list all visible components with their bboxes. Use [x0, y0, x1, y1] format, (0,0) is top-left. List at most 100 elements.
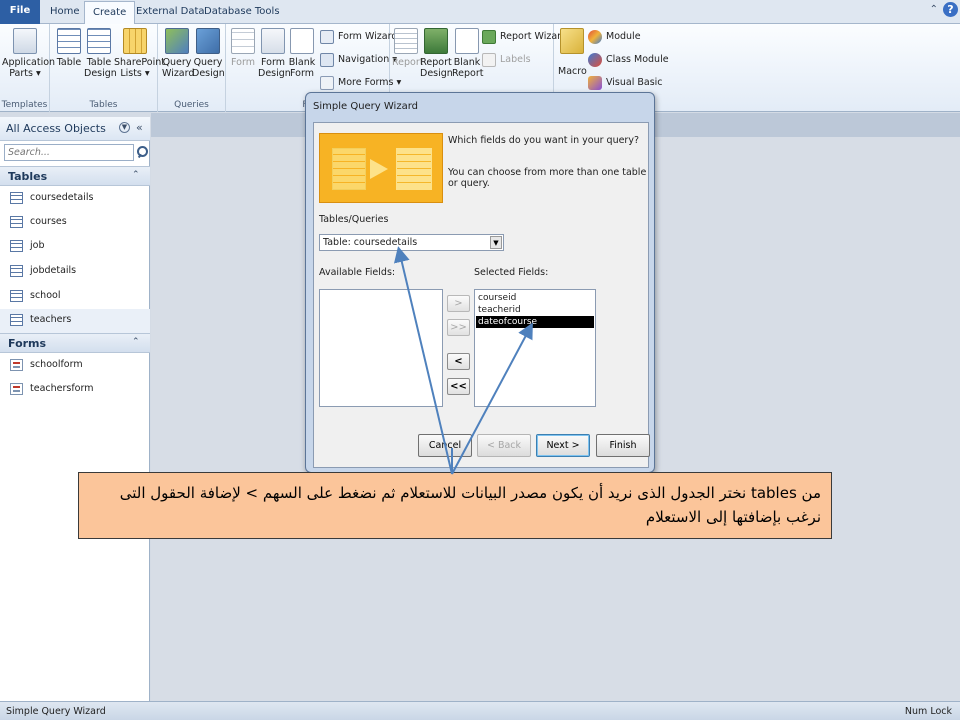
remove-field-button[interactable]: < [447, 353, 470, 370]
query-design-button[interactable]: Query Design [192, 28, 225, 79]
finish-button[interactable]: Finish [596, 434, 650, 457]
tab-database-tools[interactable]: Database Tools [196, 1, 288, 24]
form-icon [10, 359, 23, 371]
status-text: Simple Query Wizard [6, 706, 106, 717]
add-all-fields-button[interactable]: >> [447, 319, 470, 336]
nav-item-table[interactable]: courses [0, 211, 150, 235]
wizard-question: Which fields do you want in your query? [448, 135, 640, 146]
remove-all-fields-button[interactable]: << [447, 378, 470, 395]
list-item-selected[interactable]: dateofcourse [476, 316, 594, 328]
table-icon [10, 192, 23, 204]
tab-file[interactable]: File [0, 0, 40, 24]
num-lock-indicator: Num Lock [904, 706, 952, 717]
nav-item-form[interactable]: teachersform [0, 378, 150, 402]
wizard-graphic-icon [319, 133, 443, 203]
add-field-button[interactable]: > [447, 295, 470, 312]
visual-basic-button[interactable]: Visual Basic [588, 74, 663, 92]
group-tables: Table Table Design SharePoint Lists ▾ Ta… [50, 24, 165, 112]
table-button[interactable]: Table [56, 28, 82, 68]
simple-query-wizard-dialog: Simple Query Wizard Which fields do you … [305, 92, 655, 473]
status-bar: Simple Query Wizard Num Lock [0, 701, 960, 720]
macro-icon [560, 28, 584, 54]
report-wizard-icon [482, 30, 496, 44]
nav-menu-dropdown-icon[interactable]: ▼ [119, 122, 130, 133]
chevron-up-icon: ⌃ [132, 337, 140, 347]
nav-item-table[interactable]: job [0, 235, 150, 259]
query-design-icon [196, 28, 220, 54]
query-wizard-icon [165, 28, 189, 54]
tab-home[interactable]: Home [42, 1, 88, 24]
visual-basic-icon [588, 76, 602, 90]
search-icon[interactable] [136, 145, 148, 159]
app-parts-icon [13, 28, 37, 54]
tables-queries-select[interactable]: Table: coursedetails ▼ [319, 234, 504, 251]
query-wizard-button[interactable]: Query Wizard [162, 28, 194, 79]
navigation-pane: All Access Objects ▼ « Tables ⌃ coursede… [0, 117, 150, 701]
nav-section-forms[interactable]: Forms ⌃ [0, 333, 150, 353]
nav-search-input[interactable] [4, 144, 134, 161]
nav-item-table[interactable]: school [0, 285, 150, 309]
nav-item-table[interactable]: coursedetails [0, 187, 150, 211]
blank-form-button[interactable]: Blank Form [288, 28, 316, 79]
available-fields-list[interactable] [319, 289, 443, 407]
list-item[interactable]: courseid [476, 292, 594, 304]
nav-item-table[interactable]: jobdetails [0, 260, 150, 284]
table-icon [57, 28, 81, 54]
sharepoint-lists-button[interactable]: SharePoint Lists ▾ [114, 28, 165, 79]
group-label-templates: Templates [1, 100, 48, 110]
nav-item-table-selected[interactable]: teachers [0, 309, 150, 333]
form-design-icon [261, 28, 285, 54]
report-button[interactable]: Report [392, 28, 424, 68]
class-module-icon [588, 53, 602, 67]
nav-item-form[interactable]: schoolform [0, 354, 150, 378]
nav-pane-header[interactable]: All Access Objects ▼ « [0, 117, 150, 141]
form-button[interactable]: Form [230, 28, 256, 68]
navigation-button[interactable]: Navigation ▾ [320, 51, 397, 69]
form-design-button[interactable]: Form Design [258, 28, 291, 79]
group-label-queries: Queries [174, 100, 209, 110]
list-item[interactable]: teacherid [476, 304, 594, 316]
ribbon-tab-bar: File Home Create External Data Database … [0, 0, 960, 25]
back-button[interactable]: < Back [477, 434, 531, 457]
chevron-up-icon: ⌃ [132, 170, 140, 180]
minimize-ribbon-icon[interactable]: ⌃ [930, 4, 938, 15]
labels-button[interactable]: Labels [482, 51, 531, 69]
table-icon [10, 265, 23, 277]
table-icon [10, 290, 23, 302]
chevron-down-icon[interactable]: ▼ [490, 236, 502, 249]
form-wizard-icon [320, 30, 334, 44]
table-design-button[interactable]: Table Design [84, 28, 117, 79]
class-module-button[interactable]: Class Module [588, 51, 669, 69]
dialog-title: Simple Query Wizard [313, 101, 418, 112]
form-icon [231, 28, 255, 54]
form-icon [10, 383, 23, 395]
group-templates: Application Parts ▾ Templates [0, 24, 55, 112]
cancel-button[interactable]: Cancel [418, 434, 472, 457]
tables-queries-label: Tables/Queries [319, 214, 389, 225]
blank-report-button[interactable]: Blank Report [452, 28, 484, 79]
navigation-icon [320, 53, 334, 67]
table-icon [10, 216, 23, 228]
nav-section-tables[interactable]: Tables ⌃ [0, 166, 150, 186]
wizard-hint: You can choose from more than one table … [448, 167, 647, 189]
callout-text: من tables نختر الجدول الذى نريد أن يكون … [119, 484, 821, 526]
nav-pane-title: All Access Objects [6, 122, 106, 135]
group-label-tables: Tables [89, 100, 118, 110]
form-wizard-button[interactable]: Form Wizard [320, 28, 397, 46]
table-icon [10, 240, 23, 252]
instruction-callout: من tables نختر الجدول الذى نريد أن يكون … [78, 472, 832, 539]
available-fields-label: Available Fields: [319, 267, 396, 278]
help-icon[interactable]: ? [943, 2, 958, 17]
more-forms-icon [320, 76, 334, 90]
next-button[interactable]: Next > [536, 434, 590, 457]
selected-fields-list[interactable]: courseid teacherid dateofcourse [474, 289, 596, 407]
module-button[interactable]: Module [588, 28, 641, 46]
group-queries: Query Wizard Query Design Queries [158, 24, 226, 112]
sharepoint-lists-icon [123, 28, 147, 54]
blank-report-icon [455, 28, 479, 54]
macro-button[interactable]: Macro [558, 28, 587, 77]
application-parts-button[interactable]: Application Parts ▾ [2, 28, 55, 79]
collapse-pane-icon[interactable]: « [136, 121, 143, 134]
blank-form-icon [290, 28, 314, 54]
report-design-button[interactable]: Report Design [420, 28, 453, 79]
